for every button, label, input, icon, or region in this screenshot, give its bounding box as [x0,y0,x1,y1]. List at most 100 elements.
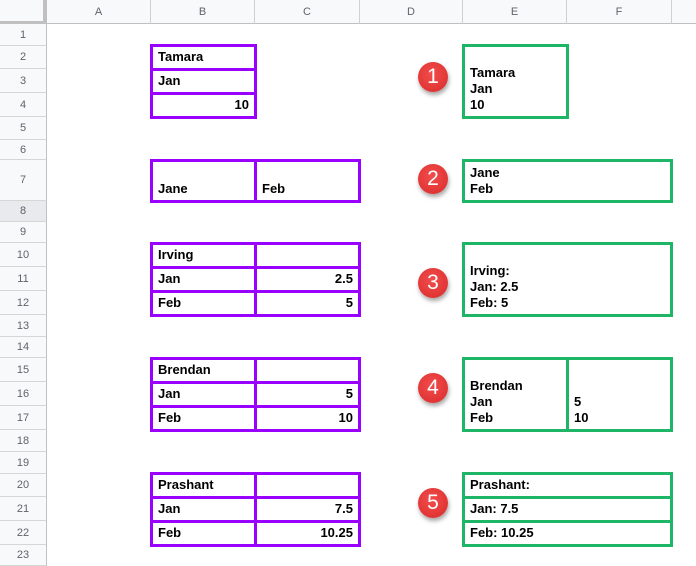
cell-b15[interactable]: Brendan [150,357,257,384]
cell-c12[interactable]: 5 [254,290,361,317]
cell-line: Feb [470,410,494,425]
cell-line: 5 [574,394,582,409]
row-header-12[interactable]: 12 [0,291,47,315]
cell-text: Feb [158,525,182,540]
row-header-4[interactable]: 4 [0,93,47,117]
row-header-6[interactable]: 6 [0,140,47,160]
row-header-17[interactable]: 17 [0,406,47,430]
column-header-a[interactable]: A [47,0,151,24]
cell-b12[interactable]: Feb [150,290,257,317]
cell-b20[interactable]: Prashant [150,472,257,499]
row-header-22[interactable]: 22 [0,521,47,545]
row-header-18[interactable]: 18 [0,430,47,452]
row-header-9[interactable]: 9 [0,222,47,243]
cell-text: 10 [234,97,249,112]
cell-text: Feb [158,295,182,310]
cell-line: Feb [470,181,494,196]
cell-b7[interactable]: Jane [150,159,257,203]
row-header-19[interactable]: 19 [0,452,47,474]
step-badge-2: 2 [418,164,448,194]
cell-f15-merged[interactable]: 5 10 [566,357,673,432]
cell-b11[interactable]: Jan [150,266,257,293]
row-header-13[interactable]: 13 [0,315,47,337]
row-header-15[interactable]: 15 [0,358,47,382]
cell-e15-merged[interactable]: Brendan Jan Feb [462,357,569,432]
column-header-b[interactable]: B [151,0,255,24]
cell-text: Feb [262,181,286,196]
step-badge-5: 5 [418,488,448,518]
cell-c11[interactable]: 2.5 [254,266,361,293]
cell-text: Jan [158,386,181,401]
cell-text: Jan [158,501,181,516]
cell-line: Irving: [470,263,510,278]
row-header-7[interactable]: 7 [0,160,47,201]
cell-e2-merged[interactable]: Tamara Jan 10 [462,44,569,119]
cell-text: 10 [338,410,353,425]
cell-text: 5 [345,295,353,310]
row-header-10[interactable]: 10 [0,243,47,267]
cell-text: Jan [158,73,181,88]
cell-e10-merged[interactable]: Irving: Jan: 2.5 Feb: 5 [462,242,673,317]
cell-b21[interactable]: Jan [150,496,257,523]
cell-line: 10 [574,410,589,425]
cell-e21-merged[interactable]: Jan: 7.5 [462,496,673,523]
cell-b17[interactable]: Feb [150,405,257,432]
cell-text: Jan: 7.5 [470,501,519,516]
column-header-e[interactable]: E [463,0,567,24]
row-header-5[interactable]: 5 [0,117,47,140]
cell-c21[interactable]: 7.5 [254,496,361,523]
cell-text: 10.25 [320,525,353,540]
cell-line: Jan: 2.5 [470,279,519,294]
cell-text: 7.5 [334,501,353,516]
step-badge-1: 1 [418,62,448,92]
row-header-2[interactable]: 2 [0,46,47,69]
row-header-23[interactable]: 23 [0,545,47,566]
row-header-11[interactable]: 11 [0,267,47,291]
cell-c22[interactable]: 10.25 [254,520,361,547]
row-header-8[interactable]: 8 [0,201,47,222]
step-badge-4: 4 [418,373,448,403]
cell-text: Jane [158,181,188,196]
cell-e22-merged[interactable]: Feb: 10.25 [462,520,673,547]
cell-b4[interactable]: 10 [150,92,257,119]
cell-c7[interactable]: Feb [254,159,361,203]
cell-line: Feb: 5 [470,295,509,310]
cell-c17[interactable]: 10 [254,405,361,432]
row-header-20[interactable]: 20 [0,474,47,497]
column-header-c[interactable]: C [255,0,360,24]
cell-line: Tamara [470,65,516,80]
cell-b22[interactable]: Feb [150,520,257,547]
cell-line: 10 [470,97,485,112]
cell-text: Jan [158,271,181,286]
cell-text: Irving [158,247,194,262]
row-header-21[interactable]: 21 [0,497,47,521]
cell-e20-merged[interactable]: Prashant: [462,472,673,499]
cell-c10[interactable] [254,242,361,269]
cell-text: Feb [158,410,182,425]
cell-b2[interactable]: Tamara [150,44,257,71]
row-header-1[interactable]: 1 [0,24,47,46]
cell-text: Prashant: [470,477,530,492]
cell-text: Tamara [158,49,204,64]
cell-b3[interactable]: Jan [150,68,257,95]
cell-c16[interactable]: 5 [254,381,361,408]
select-all-corner[interactable] [0,0,47,24]
cell-b16[interactable]: Jan [150,381,257,408]
column-header-g[interactable] [672,0,696,24]
row-header-16[interactable]: 16 [0,382,47,406]
step-badge-3: 3 [418,268,448,298]
cell-text: 5 [345,386,353,401]
cell-line: Jan [470,394,493,409]
cell-e7-merged[interactable]: Jane Feb [462,159,673,203]
cell-c15[interactable] [254,357,361,384]
cell-text: Brendan [158,362,211,377]
cell-text: 2.5 [334,271,353,286]
row-header-14[interactable]: 14 [0,337,47,358]
cell-text: Feb: 10.25 [470,525,534,540]
column-header-d[interactable]: D [360,0,463,24]
column-header-f[interactable]: F [567,0,672,24]
cell-c20[interactable] [254,472,361,499]
cell-b10[interactable]: Irving [150,242,257,269]
row-header-3[interactable]: 3 [0,69,47,93]
cell-line: Brendan [470,378,523,393]
